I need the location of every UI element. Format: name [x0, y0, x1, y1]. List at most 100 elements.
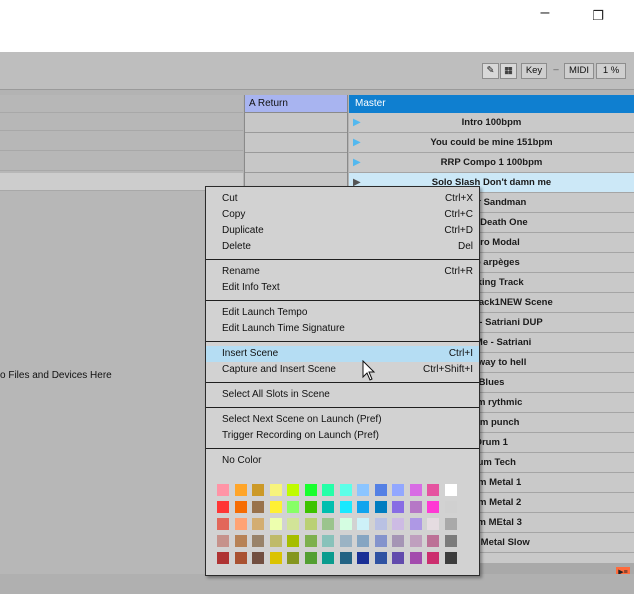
color-swatch[interactable] [287, 484, 299, 496]
return-track-title[interactable]: A Return [245, 95, 347, 113]
color-swatch[interactable] [444, 518, 457, 530]
color-swatch[interactable] [357, 518, 369, 530]
computer-keyboard-icon[interactable]: ▦ [500, 63, 517, 79]
menu-item-insert-scene[interactable]: Insert Scene Ctrl+I [206, 346, 479, 362]
color-swatch[interactable] [444, 535, 457, 547]
midi-map-button[interactable]: MIDI [564, 63, 594, 79]
color-swatch[interactable] [374, 535, 387, 547]
color-swatch[interactable] [252, 518, 264, 530]
color-swatch[interactable] [252, 501, 264, 513]
color-swatch[interactable] [409, 535, 422, 547]
color-swatch[interactable] [322, 552, 334, 564]
color-swatch[interactable] [374, 552, 387, 564]
color-swatch[interactable] [217, 518, 229, 530]
color-swatch[interactable] [234, 552, 247, 564]
color-swatch[interactable] [409, 501, 422, 513]
color-swatch[interactable] [269, 518, 282, 530]
color-swatch[interactable] [339, 484, 352, 496]
color-swatch[interactable] [252, 552, 264, 564]
key-map-button[interactable]: Key [521, 63, 547, 79]
menu-item-edit-info-text[interactable]: Edit Info Text [206, 280, 479, 296]
color-swatch[interactable] [427, 535, 439, 547]
color-swatch[interactable] [304, 484, 317, 496]
color-swatch[interactable] [217, 535, 229, 547]
draw-mode-icon[interactable]: ✎ [482, 63, 499, 79]
color-swatch[interactable] [357, 535, 369, 547]
color-swatch[interactable] [304, 552, 317, 564]
color-swatch[interactable] [427, 501, 439, 513]
color-swatch[interactable] [409, 552, 422, 564]
color-swatch[interactable] [444, 552, 457, 564]
color-swatch[interactable] [322, 535, 334, 547]
color-swatch[interactable] [444, 501, 457, 513]
menu-item-shortcut: Ctrl+C [444, 209, 473, 220]
color-swatch[interactable] [269, 501, 282, 513]
menu-item-rename[interactable]: Rename Ctrl+R [206, 264, 479, 280]
master-track-title[interactable]: Master [349, 95, 634, 113]
color-swatch[interactable] [304, 518, 317, 530]
color-swatch[interactable] [234, 501, 247, 513]
color-swatch[interactable] [217, 484, 229, 496]
color-swatch[interactable] [392, 552, 404, 564]
color-swatch[interactable] [217, 552, 229, 564]
color-swatch[interactable] [392, 535, 404, 547]
menu-item-delete[interactable]: Delete Del [206, 239, 479, 255]
color-swatch[interactable] [444, 484, 457, 496]
color-swatch[interactable] [409, 518, 422, 530]
color-swatch[interactable] [322, 501, 334, 513]
menu-item-label: Trigger Recording on Launch (Pref) [222, 430, 379, 441]
color-swatch[interactable] [287, 518, 299, 530]
color-swatch[interactable] [287, 535, 299, 547]
color-swatch[interactable] [304, 501, 317, 513]
color-swatch[interactable] [374, 501, 387, 513]
color-swatch[interactable] [339, 552, 352, 564]
color-swatch[interactable] [392, 484, 404, 496]
color-swatch[interactable] [287, 552, 299, 564]
color-swatch[interactable] [427, 552, 439, 564]
menu-item-capture-and-insert-scene[interactable]: Capture and Insert Scene Ctrl+Shift+I [206, 362, 479, 378]
color-swatch[interactable] [269, 484, 282, 496]
color-swatch[interactable] [357, 484, 369, 496]
color-swatch[interactable] [427, 518, 439, 530]
return-clip-slot[interactable] [245, 153, 347, 173]
color-swatch[interactable] [234, 535, 247, 547]
color-swatch[interactable] [339, 535, 352, 547]
menu-item-edit-launch-tempo[interactable]: Edit Launch Tempo [206, 305, 479, 321]
scene-row[interactable]: ▶ RRP Compo 1 100bpm [349, 153, 634, 173]
color-swatch[interactable] [427, 484, 439, 496]
color-swatch[interactable] [269, 535, 282, 547]
window-restore-button[interactable]: ❐ [588, 8, 608, 24]
color-swatch[interactable] [409, 484, 422, 496]
return-clip-slot[interactable] [245, 133, 347, 153]
menu-item-cut[interactable]: Cut Ctrl+X [206, 191, 479, 207]
color-swatch[interactable] [322, 484, 334, 496]
return-clip-slot[interactable] [245, 113, 347, 133]
menu-item-duplicate[interactable]: Duplicate Ctrl+D [206, 223, 479, 239]
menu-item-trigger-recording-on-launch-pref[interactable]: Trigger Recording on Launch (Pref) [206, 428, 479, 444]
color-swatch[interactable] [339, 501, 352, 513]
color-swatch[interactable] [357, 501, 369, 513]
color-swatch[interactable] [287, 501, 299, 513]
menu-item-select-all-slots-in-scene[interactable]: Select All Slots in Scene [206, 387, 479, 403]
color-swatch[interactable] [357, 552, 369, 564]
color-swatch[interactable] [252, 484, 264, 496]
no-color-option[interactable]: No Color [206, 453, 479, 469]
color-swatch[interactable] [217, 501, 229, 513]
window-minimize-button[interactable]: – [535, 4, 555, 22]
menu-item-select-next-scene-on-launch-pref[interactable]: Select Next Scene on Launch (Pref) [206, 412, 479, 428]
menu-item-edit-launch-time-signature[interactable]: Edit Launch Time Signature [206, 321, 479, 337]
color-swatch[interactable] [322, 518, 334, 530]
color-swatch[interactable] [392, 518, 404, 530]
menu-item-copy[interactable]: Copy Ctrl+C [206, 207, 479, 223]
color-swatch[interactable] [339, 518, 352, 530]
color-swatch[interactable] [234, 518, 247, 530]
scene-row[interactable]: ▶ Intro 100bpm [349, 113, 634, 133]
color-swatch[interactable] [374, 484, 387, 496]
color-swatch[interactable] [374, 518, 387, 530]
color-swatch[interactable] [234, 484, 247, 496]
scene-row[interactable]: ▶ You could be mine 151bpm [349, 133, 634, 153]
color-swatch[interactable] [252, 535, 264, 547]
color-swatch[interactable] [304, 535, 317, 547]
color-swatch[interactable] [392, 501, 404, 513]
color-swatch[interactable] [269, 552, 282, 564]
